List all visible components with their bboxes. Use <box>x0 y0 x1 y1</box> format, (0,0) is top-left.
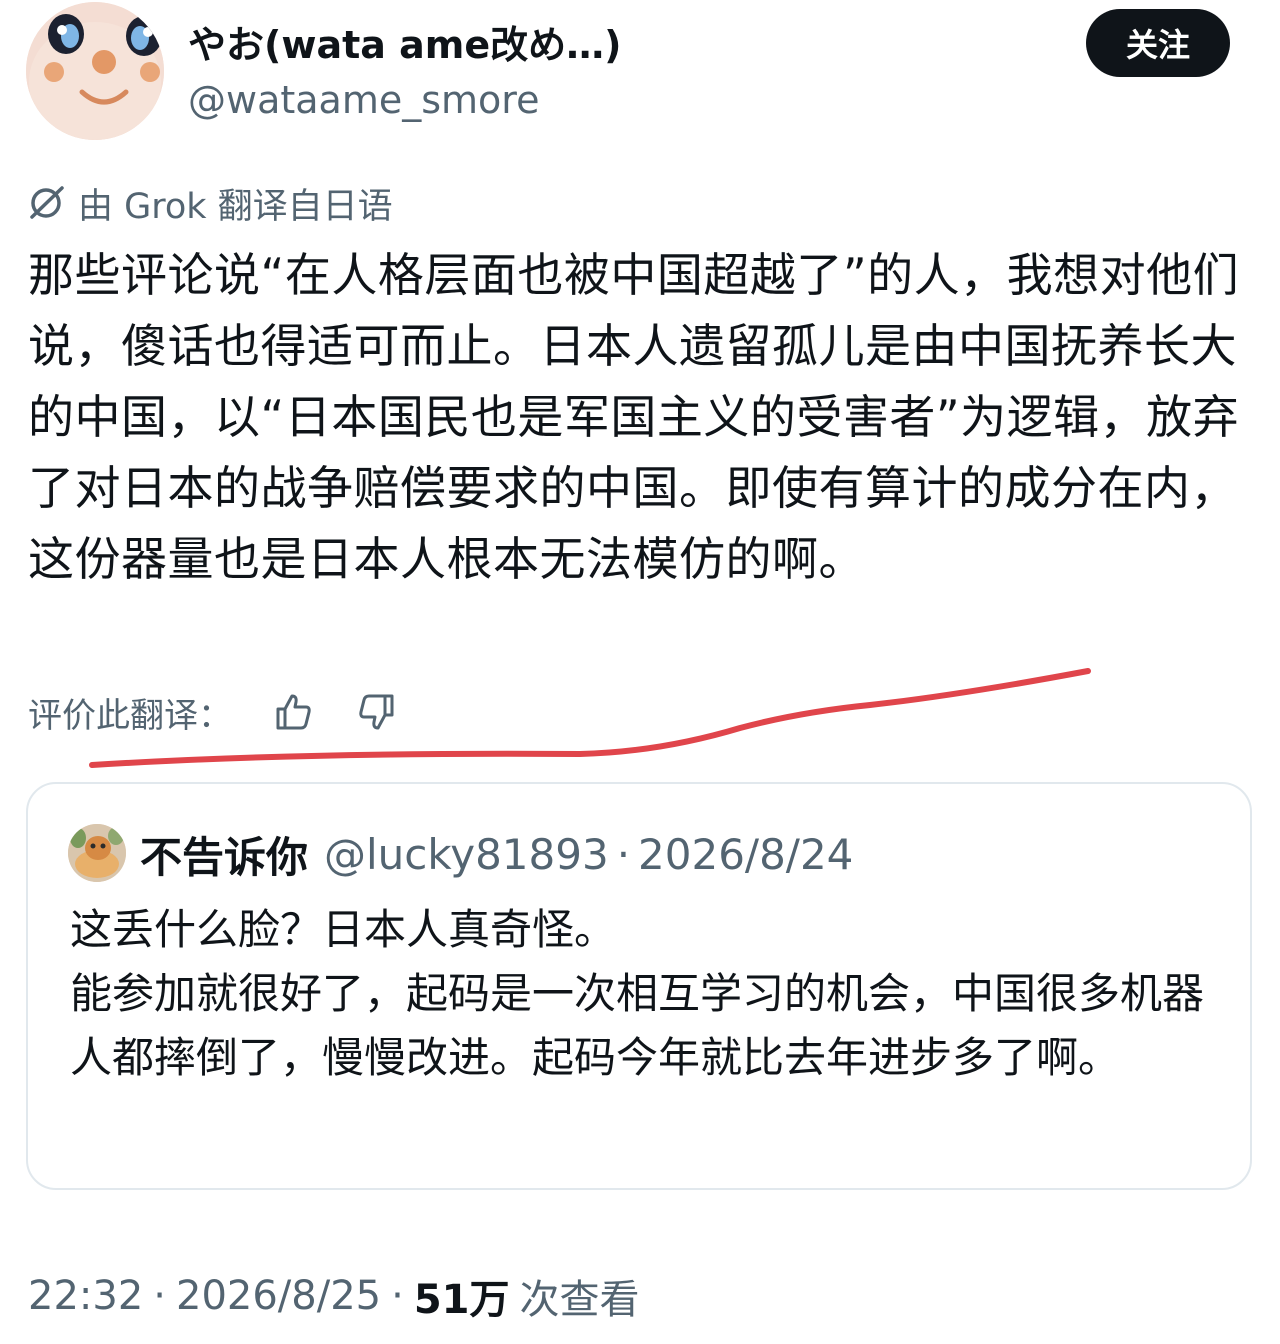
tweet-text: 那些评论说“在人格层面也被中国超越了”的人，我想对他们说，傻话也得适可而止。日本… <box>28 248 1240 586</box>
quoted-date[interactable]: 2026/8/24 <box>638 830 853 879</box>
translation-note: 由 Grok 翻译自日语 <box>26 180 393 227</box>
quoted-separator: · <box>616 829 631 879</box>
like-translation-button[interactable] <box>270 688 318 736</box>
avatar-image <box>26 2 164 140</box>
quoted-tweet-line: 这丢什么脸？日本人真奇怪。 <box>70 905 617 954</box>
quoted-tweet-line: 能参加就很好了，起码是一次相互学习的机会，中国很多机器人都摔倒了，慢慢改进。起码… <box>70 969 1205 1082</box>
tweet-time[interactable]: 22:32 <box>28 1273 143 1319</box>
dislike-translation-button[interactable] <box>352 688 400 736</box>
tweet-meta: 22:32 · 2026/8/25 · 51万 次查看 <box>28 1268 640 1324</box>
quoted-display-name[interactable]: 不告诉你 <box>140 824 308 885</box>
author-handle[interactable]: @wataame_smore <box>188 78 539 122</box>
thumbs-down-icon <box>359 694 394 730</box>
quoted-tweet-header: 不告诉你 @lucky81893 · 2026/8/24 <box>140 822 853 886</box>
grok-translate-icon <box>30 186 64 219</box>
tweet-date[interactable]: 2026/8/25 <box>176 1273 381 1319</box>
rate-translation-label: 评价此翻译： <box>28 695 232 736</box>
quoted-handle[interactable]: @lucky81893 <box>324 830 609 879</box>
quoted-tweet-text: 这丢什么脸？日本人真奇怪。 能参加就很好了，起码是一次相互学习的机会，中国很多机… <box>70 898 1220 1090</box>
meta-separator: · <box>391 1273 404 1319</box>
rate-translation-row: 评价此翻译： <box>28 688 400 736</box>
views-count: 51万 <box>413 1277 510 1323</box>
quoted-author-avatar[interactable] <box>68 824 126 882</box>
follow-button[interactable]: 关注 <box>1086 9 1230 77</box>
author-display-name[interactable]: やお(wata ame改め…) <box>188 14 622 69</box>
meta-separator: · <box>153 1273 166 1319</box>
author-avatar[interactable] <box>26 2 164 140</box>
views-label: 次查看 <box>519 1277 640 1323</box>
quoted-tweet-card[interactable]: 不告诉你 @lucky81893 · 2026/8/24 这丢什么脸？日本人真奇… <box>26 782 1252 1190</box>
translation-note-text: 由 Grok 翻译自日语 <box>78 186 393 227</box>
quoted-avatar-image <box>68 824 126 882</box>
thumbs-up-icon <box>276 694 311 730</box>
